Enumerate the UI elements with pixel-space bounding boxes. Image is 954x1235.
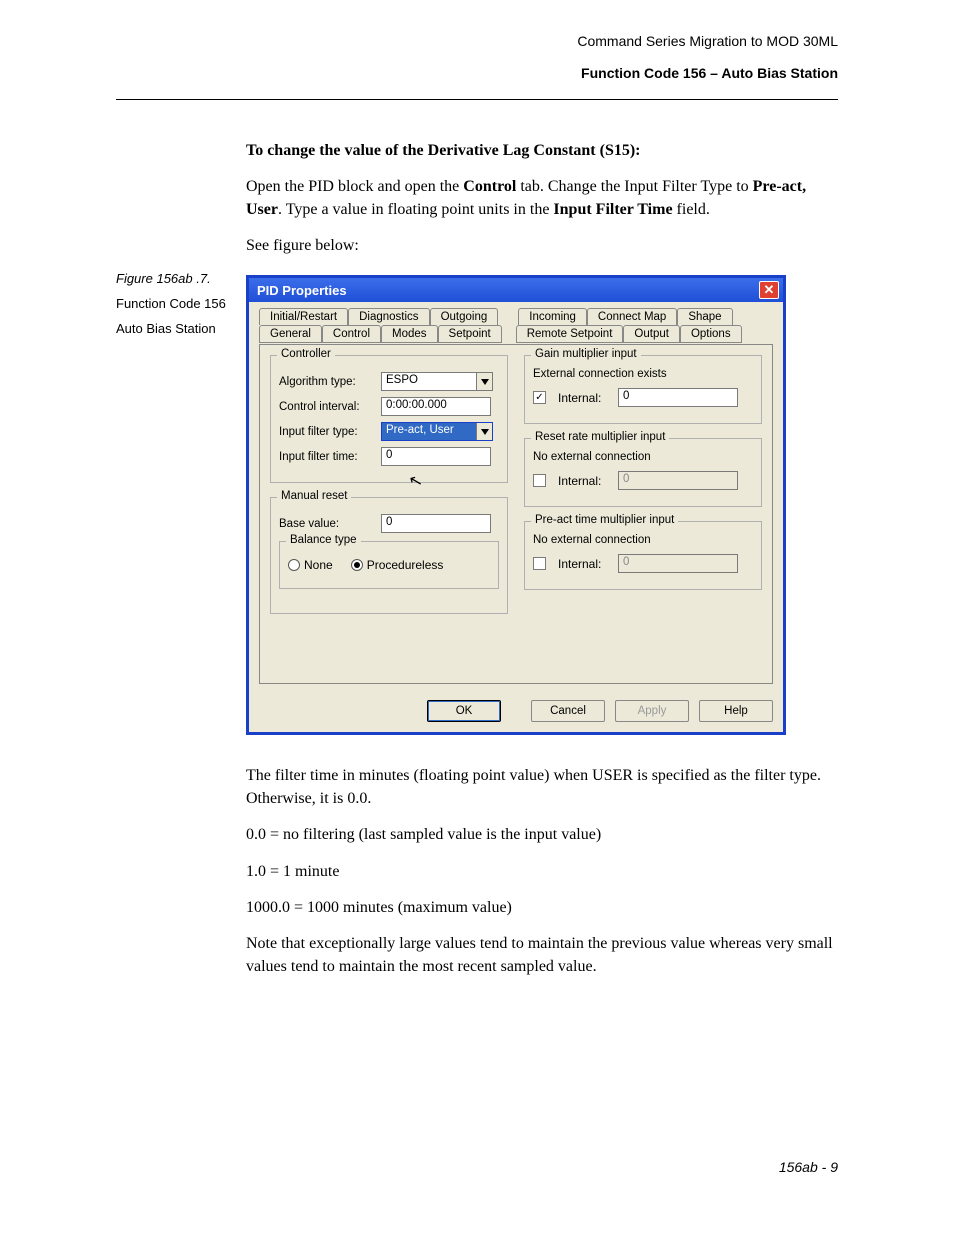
tab-remote-setpoint[interactable]: Remote Setpoint (516, 325, 624, 343)
after-paragraph-5: Note that exceptionally large values ten… (246, 933, 838, 978)
apply-button: Apply (615, 700, 689, 722)
gain-internal-input[interactable]: 0 (618, 388, 738, 407)
algorithm-type-combo[interactable]: ESPO (381, 372, 493, 391)
chevron-down-icon (476, 423, 492, 440)
control-interval-label: Control interval: (279, 401, 375, 413)
tab-shape[interactable]: Shape (677, 308, 732, 325)
after-paragraph-3: 1.0 = 1 minute (246, 861, 838, 883)
control-tab-panel: Controller Algorithm type: ESPO Co (259, 344, 773, 684)
preact-internal-input: 0 (618, 554, 738, 573)
cancel-button[interactable]: Cancel (531, 700, 605, 722)
dialog-titlebar[interactable]: PID Properties ✕ (249, 278, 783, 302)
lead-paragraph: To change the value of the Derivative La… (246, 140, 838, 162)
controller-group: Controller Algorithm type: ESPO Co (270, 355, 508, 483)
figure-title-1: Function Code 156 (116, 296, 246, 311)
close-icon: ✕ (764, 282, 775, 298)
after-paragraph-1: The filter time in minutes (floating poi… (246, 765, 838, 810)
tab-general[interactable]: General (259, 325, 322, 343)
reset-legend: Reset rate multiplier input (531, 431, 669, 443)
help-button[interactable]: Help (699, 700, 773, 722)
dialog-title: PID Properties (257, 283, 347, 298)
header-line2: Function Code 156 – Auto Bias Station (116, 62, 838, 84)
ok-button[interactable]: OK (427, 700, 501, 722)
preact-time-multiplier-group: Pre-act time multiplier input No externa… (524, 521, 762, 590)
preact-legend: Pre-act time multiplier input (531, 514, 678, 526)
preact-internal-checkbox[interactable] (533, 557, 546, 570)
figure-sidebar (116, 140, 246, 272)
preact-connection-status: No external connection (533, 534, 753, 546)
preact-internal-label: Internal: (558, 557, 612, 571)
close-button[interactable]: ✕ (759, 281, 779, 299)
cursor-icon: ↖ (407, 470, 425, 493)
tab-options[interactable]: Options (680, 325, 742, 343)
reset-connection-status: No external connection (533, 451, 753, 463)
instruction-paragraph: Open the PID block and open the Control … (246, 176, 838, 221)
gain-internal-label: Internal: (558, 391, 612, 405)
figure-caption: Figure 156ab .7. (116, 271, 246, 286)
gain-connection-status: External connection exists (533, 368, 753, 380)
input-filter-type-combo[interactable]: Pre-act, User (381, 422, 493, 441)
dialog-button-row: OK Cancel Apply Help (249, 694, 783, 732)
manual-reset-group: Manual reset Base value: 0 Balance type (270, 497, 508, 614)
tab-control[interactable]: Control (322, 325, 381, 343)
gain-internal-checkbox[interactable]: ✓ (533, 391, 546, 404)
algorithm-type-label: Algorithm type: (279, 376, 375, 388)
after-paragraph-4: 1000.0 = 1000 minutes (maximum value) (246, 897, 838, 919)
tab-strip: Initial/Restart Diagnostics Outgoing Inc… (259, 308, 773, 343)
tab-diagnostics[interactable]: Diagnostics (348, 308, 429, 325)
tab-setpoint[interactable]: Setpoint (438, 325, 502, 343)
base-value-label: Base value: (279, 518, 375, 530)
page-number: 156ab - 9 (779, 1159, 838, 1175)
controller-legend: Controller (277, 348, 335, 360)
tab-output[interactable]: Output (623, 325, 680, 343)
base-value-input[interactable]: 0 (381, 514, 491, 533)
input-filter-time-input[interactable]: 0 (381, 447, 491, 466)
balance-procedureless-radio[interactable]: Procedureless (351, 558, 444, 572)
balance-type-group: Balance type None Procedureless (279, 541, 499, 589)
manual-reset-legend: Manual reset (277, 490, 351, 502)
gain-legend: Gain multiplier input (531, 348, 641, 360)
pid-properties-dialog: PID Properties ✕ Initial/Restart Diagnos… (246, 275, 786, 735)
gain-multiplier-group: Gain multiplier input External connectio… (524, 355, 762, 424)
after-paragraph-2: 0.0 = no filtering (last sampled value i… (246, 824, 838, 846)
control-interval-input[interactable]: 0:00:00.000 (381, 397, 491, 416)
tab-initial-restart[interactable]: Initial/Restart (259, 308, 348, 325)
tab-modes[interactable]: Modes (381, 325, 438, 343)
input-filter-type-label: Input filter type: (279, 426, 375, 438)
tab-incoming[interactable]: Incoming (518, 308, 587, 325)
reset-internal-input: 0 (618, 471, 738, 490)
header-line1: Command Series Migration to MOD 30ML (116, 30, 838, 52)
tab-outgoing[interactable]: Outgoing (430, 308, 499, 325)
reset-internal-label: Internal: (558, 474, 612, 488)
see-figure: See figure below: (246, 235, 838, 257)
chevron-down-icon (476, 373, 492, 390)
balance-type-legend: Balance type (286, 534, 361, 546)
reset-internal-checkbox[interactable] (533, 474, 546, 487)
figure-title-2: Auto Bias Station (116, 321, 246, 336)
tab-connect-map[interactable]: Connect Map (587, 308, 677, 325)
reset-rate-multiplier-group: Reset rate multiplier input No external … (524, 438, 762, 507)
balance-none-radio[interactable]: None (288, 558, 333, 572)
header-rule (116, 99, 838, 100)
input-filter-time-label: Input filter time: (279, 451, 375, 463)
